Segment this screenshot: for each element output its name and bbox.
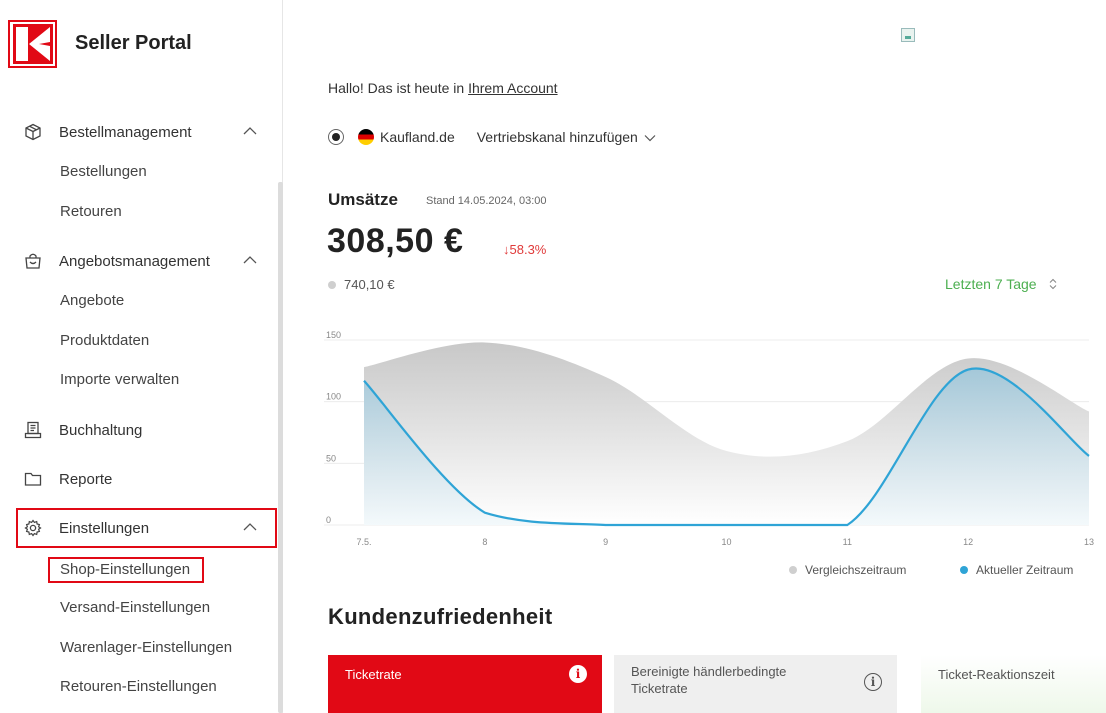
ticketrate-card[interactable]: Ticketrate i bbox=[328, 655, 602, 713]
sidebar-item-produktdaten[interactable]: Produktdaten bbox=[60, 332, 149, 349]
broken-image-icon bbox=[901, 28, 915, 42]
chevron-down-icon bbox=[644, 135, 656, 142]
y-tick-label: 100 bbox=[326, 392, 341, 402]
range-label: Letzten 7 Tage bbox=[945, 276, 1037, 292]
y-tick-label: 150 bbox=[326, 330, 341, 340]
nav-group-label: Einstellungen bbox=[59, 520, 150, 537]
range-selector[interactable]: Letzten 7 Tage bbox=[945, 276, 1057, 292]
channel-name: Kaufland.de bbox=[380, 129, 455, 145]
sidebar-item-warenlager-einstellungen[interactable]: Warenlager-Einstellungen bbox=[60, 639, 232, 656]
x-tick-label: 9 bbox=[603, 537, 608, 547]
card-label: Bereinigte händlerbedingte Ticketrate bbox=[631, 664, 787, 696]
chevron-up-icon[interactable] bbox=[242, 125, 258, 137]
info-icon[interactable]: i bbox=[864, 673, 882, 691]
sidebar-item-versand-einstellungen[interactable]: Versand-Einstellungen bbox=[60, 599, 210, 616]
nav-group-label: Reporte bbox=[59, 471, 113, 488]
sales-value: 308,50 € bbox=[327, 222, 464, 260]
legend-current-label: Aktueller Zeitraum bbox=[976, 563, 1074, 577]
greeting-text: Hallo! Das ist heute in bbox=[328, 80, 469, 96]
legend-current: Aktueller Zeitraum bbox=[960, 563, 1073, 577]
package-icon bbox=[25, 123, 41, 141]
chevron-up-icon[interactable] bbox=[242, 521, 258, 533]
nav-group-einstellungen[interactable]: Einstellungen bbox=[0, 509, 278, 547]
x-tick-label: 13 bbox=[1084, 537, 1094, 547]
nav-group-label: Bestellmanagement bbox=[59, 124, 192, 141]
sidebar-scrollbar[interactable] bbox=[278, 182, 283, 713]
k-logo-icon bbox=[12, 24, 53, 64]
x-tick-label: 8 bbox=[482, 537, 487, 547]
legend-compare: Vergleichszeitraum bbox=[789, 563, 906, 577]
brand-title: Seller Portal bbox=[75, 32, 192, 54]
sidebar-item-importe-verwalten[interactable]: Importe verwalten bbox=[60, 371, 179, 388]
nav-group-label: Angebotsmanagement bbox=[59, 253, 210, 270]
sidebar-item-shop-einstellungen[interactable]: Shop-Einstellungen bbox=[60, 561, 190, 578]
legend-compare-dot-icon bbox=[789, 566, 797, 574]
gear-icon bbox=[24, 519, 42, 537]
account-link[interactable]: Ihrem Account bbox=[468, 80, 558, 96]
greeting: Hallo! Das ist heute in Ihrem Account bbox=[328, 80, 558, 96]
ticket-response-card[interactable]: Ticket-Reaktionszeit bbox=[921, 655, 1106, 713]
nav-group-angebotsmanagement[interactable]: Angebotsmanagement bbox=[0, 242, 278, 280]
compare-value-text: 740,10 € bbox=[344, 277, 395, 292]
nav-group-label: Buchhaltung bbox=[59, 422, 143, 439]
sidebar-item-retouren[interactable]: Retouren bbox=[60, 203, 122, 220]
sort-arrows-icon bbox=[1049, 278, 1056, 290]
card-label: Ticketrate bbox=[345, 667, 402, 682]
nav-group-reporte[interactable]: Reporte bbox=[0, 460, 278, 498]
card-label: Ticket-Reaktionszeit bbox=[938, 667, 1055, 682]
accounting-icon bbox=[24, 421, 42, 439]
legend-current-dot-icon bbox=[960, 566, 968, 574]
y-tick-label: 0 bbox=[326, 515, 331, 525]
x-tick-label: 10 bbox=[721, 537, 731, 547]
channel-radio[interactable] bbox=[328, 129, 344, 145]
chevron-up-icon[interactable] bbox=[242, 254, 258, 266]
add-channel-label: Vertriebskanal hinzufügen bbox=[476, 129, 638, 145]
nav-group-buchhaltung[interactable]: Buchhaltung bbox=[0, 411, 278, 449]
kaufland-logo[interactable] bbox=[8, 20, 57, 68]
add-channel-dropdown[interactable]: Vertriebskanal hinzufügen bbox=[477, 129, 656, 145]
sales-chart: 7.5. 8 9 10 11 12 13 0 50 100 150 bbox=[324, 330, 1094, 547]
channel-selector: Kaufland.de Vertriebskanal hinzufügen bbox=[328, 126, 656, 148]
compare-value: 740,10 € bbox=[328, 277, 395, 292]
info-icon[interactable]: i bbox=[569, 665, 587, 683]
sidebar-item-angebote[interactable]: Angebote bbox=[60, 292, 124, 309]
nav-group-bestellmanagement[interactable]: Bestellmanagement bbox=[0, 113, 278, 151]
germany-flag-icon bbox=[358, 129, 374, 145]
dashboard-main: Hallo! Das ist heute in Ihrem Account Ka… bbox=[284, 0, 1106, 713]
sidebar: Seller Portal Bestellmanagement Bestellu… bbox=[0, 0, 283, 713]
sales-timestamp: Stand 14.05.2024, 03:00 bbox=[426, 195, 547, 207]
compare-dot-icon bbox=[328, 280, 336, 289]
y-tick-label: 50 bbox=[326, 453, 336, 463]
satisfaction-title: Kundenzufriedenheit bbox=[328, 604, 553, 629]
folder-icon bbox=[24, 472, 42, 486]
sidebar-item-retouren-einstellungen[interactable]: Retouren-Einstellungen bbox=[60, 678, 217, 695]
x-tick-label: 11 bbox=[843, 537, 852, 547]
sidebar-item-bestellungen[interactable]: Bestellungen bbox=[60, 163, 147, 180]
sales-change: ↓58.3% bbox=[503, 242, 547, 257]
legend-compare-label: Vergleichszeitraum bbox=[805, 563, 907, 577]
offer-bag-icon bbox=[25, 253, 41, 269]
sales-title: Umsätze bbox=[328, 190, 398, 209]
adjusted-ticketrate-card[interactable]: Bereinigte händlerbedingte Ticketrate i bbox=[614, 655, 897, 713]
x-tick-label: 7.5. bbox=[356, 537, 371, 547]
x-tick-label: 12 bbox=[963, 537, 973, 547]
